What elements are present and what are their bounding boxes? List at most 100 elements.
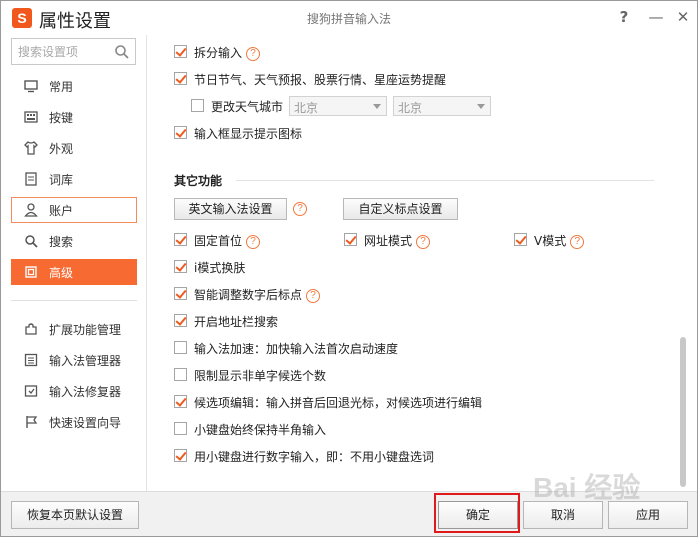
help-icon[interactable]: ? <box>246 46 261 61</box>
custom-punctuation-button[interactable]: 自定义标点设置 <box>343 198 458 220</box>
settings-search-input[interactable] <box>18 43 110 61</box>
sidebar-item-extensions[interactable]: 扩展功能管理 <box>11 316 137 342</box>
help-icon[interactable]: ? <box>293 202 307 216</box>
show-hint-icon-checkbox[interactable] <box>174 126 187 139</box>
content-scrollbar[interactable] <box>676 37 689 489</box>
settings-content: 拆分输入? 节日节气、天气预报、股票行情、星座运势提醒 更改天气城市 北京 北京… <box>148 35 697 491</box>
help-icon[interactable]: ? <box>613 6 635 28</box>
search-icon <box>23 233 39 249</box>
sidebar-item-label: 搜索 <box>49 235 74 249</box>
split-input-checkbox[interactable] <box>174 45 187 58</box>
province-select[interactable]: 北京 <box>289 96 387 116</box>
sidebar-item-setup-wizard[interactable]: 快速设置向导 <box>11 409 137 435</box>
cancel-button[interactable]: 取消 <box>523 501 603 529</box>
v-mode-checkbox[interactable] <box>514 233 527 246</box>
section-divider <box>236 180 654 181</box>
address-bar-search-checkbox[interactable] <box>174 314 187 327</box>
sidebar-item-label: 账户 <box>49 204 74 218</box>
i-mode-skin-checkbox[interactable] <box>174 260 187 273</box>
holiday-reminder-label: 节日节气、天气预报、股票行情、星座运势提醒 <box>194 73 447 87</box>
settings-search-box <box>11 38 136 65</box>
restore-defaults-button[interactable]: 恢复本页默认设置 <box>11 501 139 529</box>
sidebar-item-common[interactable]: 常用 <box>11 73 137 99</box>
sidebar-item-dictionary[interactable]: 词库 <box>11 166 137 192</box>
province-select-value: 北京 <box>294 101 319 115</box>
title-bar: S 属性设置 搜狗拼音输入法 ? — ✕ <box>1 1 697 35</box>
help-icon[interactable]: ? <box>246 234 261 249</box>
sidebar-item-account[interactable]: 账户 <box>11 197 137 223</box>
address-bar-search-option: 开启地址栏搜索 <box>174 312 474 330</box>
search-icon[interactable] <box>113 43 131 61</box>
split-input-option: 拆分输入? <box>174 43 474 61</box>
book-icon <box>23 171 39 187</box>
scroll-thumb[interactable] <box>680 337 686 487</box>
shirt-icon <box>23 140 39 156</box>
sidebar-item-label: 词库 <box>49 173 74 187</box>
sidebar-item-keys[interactable]: 按键 <box>11 104 137 130</box>
fixed-first-checkbox[interactable] <box>174 233 187 246</box>
v-mode-option: V模式? <box>514 231 634 249</box>
help-icon[interactable]: ? <box>416 234 431 249</box>
ime-acceleration-checkbox[interactable] <box>174 341 187 354</box>
user-icon <box>23 202 39 218</box>
show-hint-icon-label: 输入框显示提示图标 <box>194 127 303 141</box>
close-icon[interactable]: ✕ <box>672 6 694 28</box>
sidebar-item-ime-repair[interactable]: 输入法修复器 <box>11 378 137 404</box>
smart-punctuation-checkbox[interactable] <box>174 287 187 300</box>
address-bar-search-label: 开启地址栏搜索 <box>194 315 279 329</box>
ime-acceleration-label: 输入法加速：加快输入法首次启动速度 <box>194 342 399 356</box>
sidebar-item-label: 高级 <box>49 266 74 280</box>
other-features-title: 其它功能 <box>174 174 223 188</box>
sidebar-item-appearance[interactable]: 外观 <box>11 135 137 161</box>
sidebar-item-label: 外观 <box>49 142 74 156</box>
sidebar-item-label: 常用 <box>49 80 74 94</box>
show-hint-icon-option: 输入框显示提示图标 <box>174 124 474 142</box>
sidebar-item-label: 快速设置向导 <box>49 416 122 430</box>
minimize-icon[interactable]: — <box>645 6 667 28</box>
keyboard-icon <box>23 109 39 125</box>
ime-acceleration-option: 输入法加速：加快输入法首次启动速度 <box>174 339 574 357</box>
change-city-label: 更改天气城市 <box>211 100 284 114</box>
split-input-label: 拆分输入 <box>194 46 243 60</box>
holiday-reminder-option: 节日节气、天气预报、股票行情、星座运势提醒 <box>174 70 574 88</box>
fixed-first-label: 固定首位 <box>194 234 243 248</box>
chevron-down-icon <box>373 104 381 109</box>
city-select[interactable]: 北京 <box>393 96 491 116</box>
manager-icon <box>23 352 39 368</box>
fixed-first-option: 固定首位? <box>174 231 294 249</box>
candidate-edit-checkbox[interactable] <box>174 395 187 408</box>
limit-single-char-checkbox[interactable] <box>174 368 187 381</box>
smart-punctuation-label: 智能调整数字后标点 <box>194 288 303 302</box>
sidebar-item-label: 输入法修复器 <box>49 385 122 399</box>
sidebar-item-label: 按键 <box>49 111 74 125</box>
candidate-edit-label: 候选项编辑：输入拼音后回退光标，对候选项进行编辑 <box>194 396 483 410</box>
english-ime-settings-button[interactable]: 英文输入法设置 <box>174 198 287 220</box>
change-city-checkbox[interactable] <box>191 99 204 112</box>
sidebar-item-advanced[interactable]: 高级 <box>11 259 137 285</box>
help-icon[interactable]: ? <box>306 288 321 303</box>
help-icon[interactable]: ? <box>570 234 585 249</box>
window-title: 搜狗拼音输入法 <box>306 12 391 26</box>
extension-icon <box>23 321 39 337</box>
sidebar-item-label: 扩展功能管理 <box>49 323 122 337</box>
flag-icon <box>23 414 39 430</box>
sidebar-item-ime-manager[interactable]: 输入法管理器 <box>11 347 137 373</box>
advanced-icon <box>23 264 39 280</box>
url-mode-option: 网址模式? <box>344 231 464 249</box>
keypad-halfwidth-checkbox[interactable] <box>174 422 187 435</box>
sidebar-item-search[interactable]: 搜索 <box>11 228 137 254</box>
url-mode-checkbox[interactable] <box>344 233 357 246</box>
city-select-value: 北京 <box>398 101 423 115</box>
v-mode-label: V模式 <box>534 234 567 248</box>
settings-window: S 属性设置 搜狗拼音输入法 ? — ✕ 常用 按键 外观 词库 <box>0 0 698 537</box>
repair-icon <box>23 383 39 399</box>
apply-button[interactable]: 应用 <box>608 501 688 529</box>
smart-punctuation-option: 智能调整数字后标点? <box>174 285 474 303</box>
limit-single-char-option: 限制显示非单字候选个数 <box>174 366 474 384</box>
chevron-down-icon <box>477 104 485 109</box>
ok-button[interactable]: 确定 <box>438 501 518 529</box>
keypad-numbers-checkbox[interactable] <box>174 449 187 462</box>
holiday-reminder-checkbox[interactable] <box>174 72 187 85</box>
url-mode-label: 网址模式 <box>364 234 413 248</box>
keypad-halfwidth-label: 小键盘始终保持半角输入 <box>194 423 327 437</box>
